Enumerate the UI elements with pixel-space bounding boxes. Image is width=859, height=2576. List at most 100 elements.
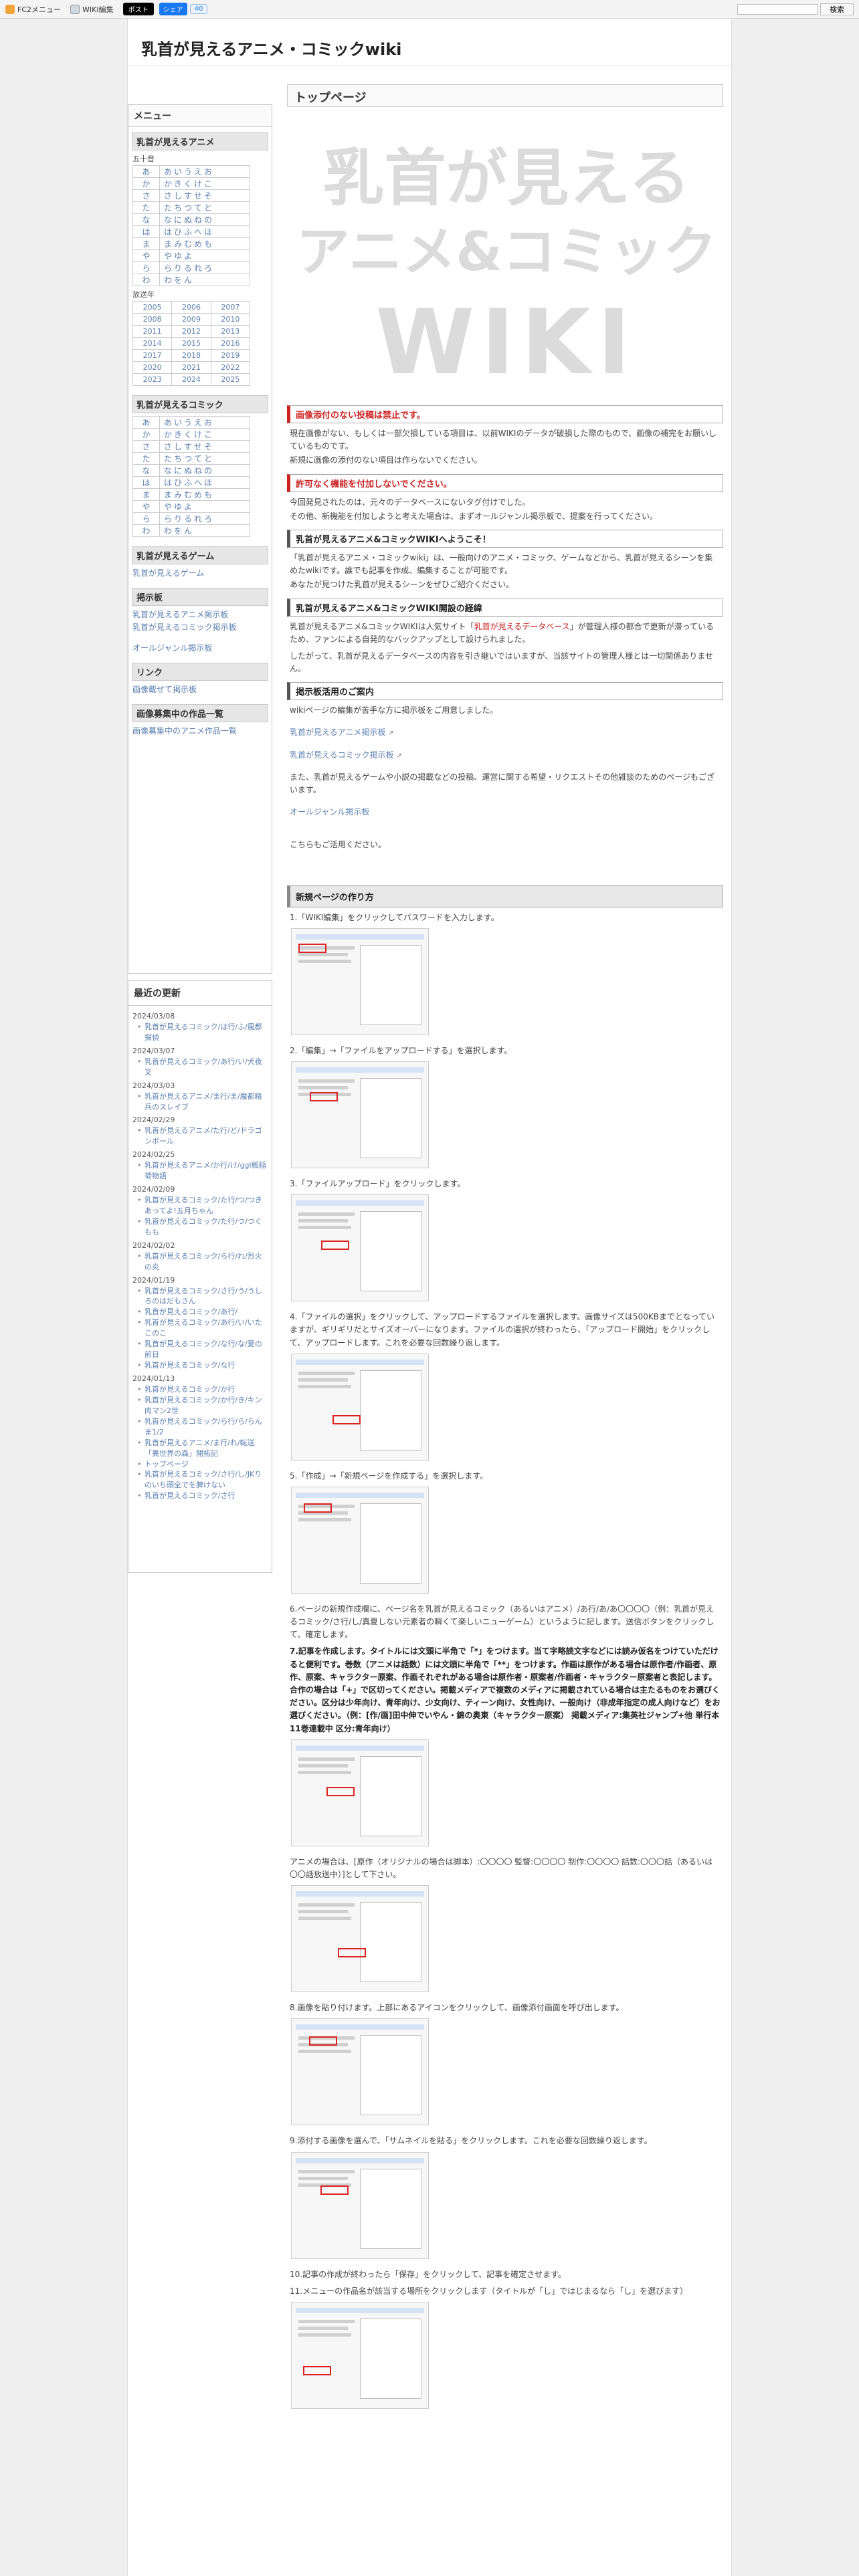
year-link[interactable]: 2019 [210, 349, 251, 362]
site-title[interactable]: 乳首が見えるアニメ・コミックwiki [141, 36, 401, 60]
comic-kana-row-letters[interactable]: かきくけこ [159, 428, 250, 441]
game-link[interactable]: 乳首が見えるゲーム [132, 567, 268, 578]
comic-kana-initial[interactable]: た [132, 452, 160, 465]
year-link[interactable]: 2022 [210, 361, 251, 374]
anime-kana-row-letters[interactable]: やゆよ [159, 249, 250, 262]
update-link[interactable]: 乳首が見えるコミック/か行/き/キン肉マン2世 [132, 1395, 268, 1416]
comic-kana-row-letters[interactable]: まみむめも [159, 488, 250, 501]
comic-kana-row-letters[interactable]: なにぬねの [159, 464, 250, 477]
fc2-menu[interactable]: FC2メニュー [5, 4, 61, 15]
year-link[interactable]: 2024 [171, 373, 211, 386]
history-text-pre: 乳首が見えるアニメ&コミックWIKIは人気サイト「 [290, 621, 474, 631]
year-link[interactable]: 2023 [132, 373, 173, 386]
comic-kana-initial[interactable]: ら [132, 512, 160, 525]
anime-kana-row-letters[interactable]: なにぬねの [159, 213, 250, 226]
anime-kana-initial[interactable]: ら [132, 261, 160, 274]
update-link[interactable]: 乳首が見えるコミック/さ行/し/JKりのいち頭全でを脾けない [132, 1469, 268, 1491]
anime-kana-initial[interactable]: ま [132, 237, 160, 250]
year-link[interactable]: 2017 [132, 349, 173, 362]
comic-kana-row-letters[interactable]: はひふへほ [159, 476, 250, 489]
comic-kana-row-letters[interactable]: わをん [159, 524, 250, 537]
update-link[interactable]: 乳首が見えるコミック/な行/な/夏の前日 [132, 1339, 268, 1360]
update-link[interactable]: 乳首が見えるアニメ/ま行/ま/魔都精兵のスレイブ [132, 1091, 268, 1113]
update-link[interactable]: 乳首が見えるコミック/ら行/れ/烈火の炎 [132, 1251, 268, 1273]
update-link[interactable]: 乳首が見えるコミック/あ行/ [132, 1307, 268, 1317]
main-board-link-anime[interactable]: 乳首が見えるアニメ掲示板 [290, 728, 385, 737]
update-link[interactable]: 乳首が見えるコミック/あ行/い/犬夜叉 [132, 1057, 268, 1078]
year-link[interactable]: 2013 [210, 325, 251, 338]
year-link[interactable]: 2020 [132, 361, 173, 374]
update-link[interactable]: 乳首が見えるコミック/あ行/い/いたこのこ [132, 1317, 268, 1339]
update-link[interactable]: 乳首が見えるアニメ/ま行/れ/転送「異世界の森」開拓記 [132, 1438, 268, 1459]
board-link-comic[interactable]: 乳首が見えるコミック掲示板 [132, 621, 268, 633]
update-link[interactable]: 乳首が見えるアニメ/た行/ど/ドラゴンボール [132, 1125, 268, 1147]
anime-kana-row-letters[interactable]: かきくけこ [159, 177, 250, 190]
comic-kana-initial[interactable]: わ [132, 524, 160, 537]
main-board-link-all[interactable]: オールジャンル掲示板 [290, 807, 369, 817]
update-link[interactable]: 乳首が見えるコミック/な行 [132, 1360, 268, 1371]
year-link[interactable]: 2010 [210, 313, 251, 326]
comic-kana-initial[interactable]: な [132, 464, 160, 477]
update-link[interactable]: 乳首が見えるコミック/た行/つ/つくもも [132, 1216, 268, 1238]
year-link[interactable]: 2007 [210, 301, 251, 314]
comic-kana-initial[interactable]: ま [132, 488, 160, 501]
year-link[interactable]: 2018 [171, 349, 211, 362]
comic-kana-row-letters[interactable]: らりるれろ [159, 512, 250, 525]
anime-kana-initial[interactable]: わ [132, 274, 160, 286]
database-link[interactable]: 乳首が見えるデータベース [474, 622, 570, 631]
update-link[interactable]: 乳首が見えるアニメ/か行/け/ggl楓稲荷物語 [132, 1160, 268, 1182]
search-input[interactable] [737, 4, 818, 15]
comic-kana-row: ややゆよ [132, 500, 250, 513]
search-button[interactable]: 検索 [820, 3, 854, 15]
comic-kana-row-letters[interactable]: さしすせそ [159, 440, 250, 453]
anime-kana-row-letters[interactable]: あいうえお [159, 165, 250, 178]
year-link[interactable]: 2016 [210, 337, 251, 350]
anime-kana-initial[interactable]: た [132, 201, 160, 214]
update-link[interactable]: 乳首が見えるコミック/か行 [132, 1384, 268, 1395]
x-post-button[interactable]: ポスト [122, 3, 154, 15]
comic-kana-initial[interactable]: あ [132, 416, 160, 429]
update-link[interactable]: 乳首が見えるコミック/さ行 [132, 1491, 268, 1501]
anime-kana-initial[interactable]: あ [132, 165, 160, 178]
comic-kana-row-letters[interactable]: あいうえお [159, 416, 250, 429]
anime-kana-row-letters[interactable]: まみむめも [159, 237, 250, 250]
anime-kana-initial[interactable]: か [132, 177, 160, 190]
year-link[interactable]: 2012 [171, 325, 211, 338]
wiki-edit-link[interactable]: WIKI編集 [70, 4, 114, 15]
anime-kana-row-letters[interactable]: らりるれろ [159, 261, 250, 274]
year-link[interactable]: 2021 [171, 361, 211, 374]
update-link[interactable]: 乳首が見えるコミック/さ行/う/うしろのはだもさん [132, 1286, 268, 1307]
year-link[interactable]: 2009 [171, 313, 211, 326]
board-link-all[interactable]: オールジャンル掲示板 [132, 642, 268, 653]
comic-kana-initial[interactable]: さ [132, 440, 160, 453]
comic-kana-row-letters[interactable]: たちつてと [159, 452, 250, 465]
year-link[interactable]: 2008 [132, 313, 173, 326]
anime-kana-initial[interactable]: さ [132, 189, 160, 202]
year-link[interactable]: 2025 [210, 373, 251, 386]
main-board-link-comic[interactable]: 乳首が見えるコミック掲示板 [290, 750, 394, 760]
anime-kana-row-letters[interactable]: はひふへほ [159, 225, 250, 238]
comic-kana-initial[interactable]: や [132, 500, 160, 513]
update-link[interactable]: 乳首が見えるコミック/は行/ふ/風都探偵 [132, 1022, 268, 1043]
fb-share-button[interactable]: シェア [159, 3, 187, 15]
year-link[interactable]: 2014 [132, 337, 173, 350]
year-link[interactable]: 2006 [171, 301, 211, 314]
anime-kana-initial[interactable]: や [132, 249, 160, 262]
anime-kana-row-letters[interactable]: さしすせそ [159, 189, 250, 202]
board-link-anime[interactable]: 乳首が見えるアニメ掲示板 [132, 609, 268, 620]
update-link[interactable]: 乳首が見えるコミック/た行/つ/つきあってよ!五月ちゃん [132, 1195, 268, 1216]
anime-kana-initial[interactable]: な [132, 213, 160, 226]
anime-kana-row-letters[interactable]: わをん [159, 274, 250, 286]
update-link[interactable]: トップページ [132, 1459, 268, 1470]
year-link[interactable]: 2005 [132, 301, 173, 314]
recruit-link[interactable]: 画像募集中のアニメ作品一覧 [132, 725, 268, 736]
anime-kana-row-letters[interactable]: たちつてと [159, 201, 250, 214]
year-link[interactable]: 2015 [171, 337, 211, 350]
comic-kana-row-letters[interactable]: やゆよ [159, 500, 250, 513]
update-link[interactable]: 乳首が見えるコミック/ら行/ら/らんま1/2 [132, 1416, 268, 1438]
comic-kana-initial[interactable]: か [132, 428, 160, 441]
image-board-link[interactable]: 画像載せて掲示板 [132, 683, 268, 695]
comic-kana-initial[interactable]: は [132, 476, 160, 489]
anime-kana-initial[interactable]: は [132, 225, 160, 238]
year-link[interactable]: 2011 [132, 325, 173, 338]
